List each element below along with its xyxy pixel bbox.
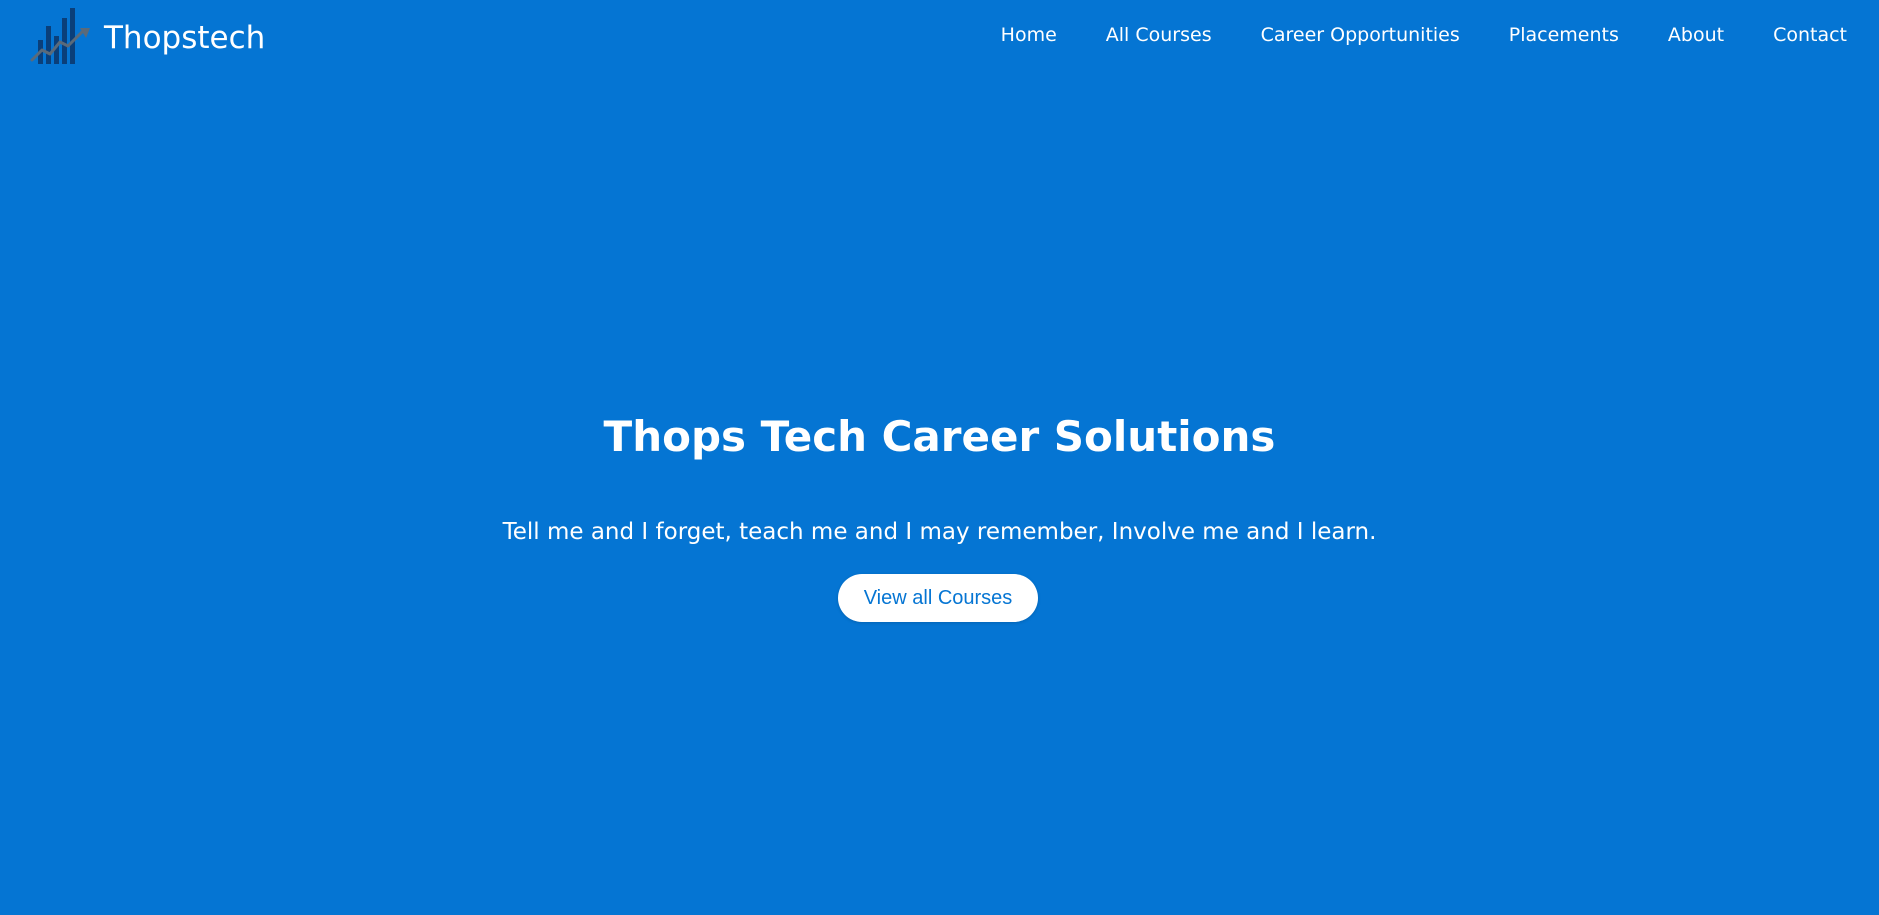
nav-link-career-opportunities[interactable]: Career Opportunities: [1261, 24, 1460, 46]
bar-chart-growth-icon: [30, 8, 90, 64]
hero-section: Thops Tech Career Solutions Tell me and …: [0, 405, 1879, 622]
nav-item-placements: Placements: [1509, 24, 1619, 46]
nav-item-career-opportunities: Career Opportunities: [1261, 24, 1460, 46]
nav-link-about[interactable]: About: [1668, 24, 1724, 46]
brand-link[interactable]: Thopstech: [30, 8, 265, 68]
nav-link-placements[interactable]: Placements: [1509, 24, 1619, 46]
navbar: Thopstech Home All Courses Career Opport…: [0, 0, 1879, 78]
nav-link-contact[interactable]: Contact: [1773, 24, 1847, 46]
nav-item-contact: Contact: [1773, 24, 1847, 46]
nav-item-all-courses: All Courses: [1106, 24, 1212, 46]
hero-subtitle: Tell me and I forget, teach me and I may…: [502, 519, 1377, 545]
nav-menu: Home All Courses Career Opportunities Pl…: [952, 24, 1847, 46]
nav-link-all-courses[interactable]: All Courses: [1106, 24, 1212, 46]
nav-item-home: Home: [1001, 24, 1057, 46]
hero-title: Thops Tech Career Solutions: [603, 412, 1276, 461]
nav-link-home[interactable]: Home: [1001, 24, 1057, 46]
brand-name: Thopstech: [104, 20, 266, 56]
view-all-courses-button[interactable]: View all Courses: [838, 574, 1038, 622]
nav-item-about: About: [1668, 24, 1724, 46]
